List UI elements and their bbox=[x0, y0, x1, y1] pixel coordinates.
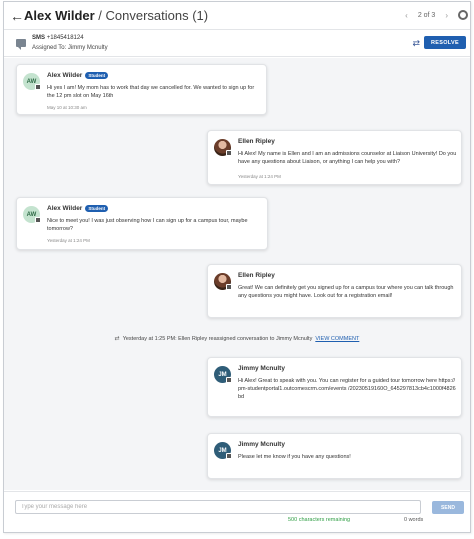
sender-name: Ellen Ripley bbox=[238, 138, 275, 145]
message-card: AW Alex Wilder Student Hi yes I am! My m… bbox=[16, 64, 267, 115]
message-thread[interactable]: AW Alex Wilder Student Hi yes I am! My m… bbox=[4, 58, 470, 490]
student-badge: Student bbox=[85, 72, 109, 79]
message-card: JM Jimmy Mcnulty Hi Alex! Great to speak… bbox=[207, 357, 462, 417]
pager: ‹ 2 of 3 › bbox=[405, 11, 448, 20]
sms-channel-icon bbox=[226, 453, 232, 459]
sms-channel-icon bbox=[226, 377, 232, 383]
message-text: Hi Alex! Great to speak with you. You ca… bbox=[238, 378, 456, 400]
sms-channel-icon bbox=[35, 217, 41, 223]
sender-name-text: Jimmy Mcnulty bbox=[238, 365, 285, 372]
message-text: Please let me know if you have any quest… bbox=[238, 454, 351, 460]
page-title: Alex Wilder / Conversations (1) bbox=[24, 8, 208, 24]
view-comment-link[interactable]: VIEW COMMENT bbox=[315, 336, 359, 342]
sender-name-text: Alex Wilder bbox=[47, 72, 83, 79]
message-text: Hi yes I am! My mom has to work that day… bbox=[47, 85, 255, 99]
sender-name: Alex Wilder Student bbox=[47, 205, 109, 212]
sms-channel-icon bbox=[226, 284, 232, 290]
conversation-window: ← Alex Wilder / Conversations (1) ‹ 2 of… bbox=[3, 1, 471, 533]
reassign-icon: ⇄ bbox=[114, 336, 120, 342]
message-text: Nice to meet you! I was just observing h… bbox=[47, 218, 248, 232]
conversation-subheader: SMS +1845418124 Assigned To: Jimmy Mcnul… bbox=[4, 31, 470, 57]
reassign-icon[interactable]: ⇄ bbox=[412, 38, 420, 49]
resolve-button[interactable]: RESOLVE bbox=[424, 36, 466, 49]
next-page-icon[interactable]: › bbox=[445, 11, 448, 20]
assigned-to: Assigned To: Jimmy Mcnulty bbox=[32, 45, 108, 51]
sms-channel-icon bbox=[35, 84, 41, 90]
message-card: Ellen Ripley Hi Alex! My name is Ellen a… bbox=[207, 130, 462, 185]
message-composer: SEND 500 characters remaining 0 words bbox=[4, 491, 470, 532]
message-card: AW Alex Wilder Student Nice to meet you!… bbox=[16, 197, 268, 250]
sender-name-text: Alex Wilder bbox=[47, 205, 83, 212]
channel-label: SMS bbox=[32, 35, 46, 41]
message-time: Yesterday at 1:24 PM bbox=[238, 174, 281, 179]
sender-name: Jimmy Mcnulty bbox=[238, 365, 285, 372]
sender-name: Jimmy Mcnulty bbox=[238, 441, 285, 448]
message-time: Yesterday at 1:24 PM bbox=[47, 238, 90, 243]
characters-remaining: 500 characters remaining bbox=[288, 517, 351, 523]
contact-name[interactable]: Alex Wilder bbox=[24, 8, 95, 23]
sms-icon bbox=[16, 39, 26, 50]
word-count: 0 words bbox=[404, 517, 424, 523]
message-text: Hi Alex! My name is Ellen and I am an ad… bbox=[238, 151, 457, 165]
sender-name-text: Ellen Ripley bbox=[238, 272, 275, 279]
message-text: Great! We can definitely get you signed … bbox=[238, 285, 454, 299]
message-card: Ellen Ripley Great! We can definitely ge… bbox=[207, 264, 462, 318]
student-badge: Student bbox=[85, 205, 109, 212]
sender-name-text: Ellen Ripley bbox=[238, 138, 275, 145]
message-card: JM Jimmy Mcnulty Please let me know if y… bbox=[207, 433, 462, 479]
sender-name: Alex Wilder Student bbox=[47, 72, 109, 79]
message-input[interactable] bbox=[15, 500, 421, 514]
phone-number: +1845418124 bbox=[46, 35, 84, 41]
sms-channel-icon bbox=[226, 150, 232, 156]
event-text: Yesterday at 1:25 PM: Ellen Ripley reass… bbox=[122, 336, 313, 342]
message-time: May 10 at 10:30 am bbox=[47, 105, 87, 110]
prev-page-icon[interactable]: ‹ bbox=[405, 11, 408, 20]
back-arrow-icon[interactable]: ← bbox=[10, 8, 24, 24]
send-button[interactable]: SEND bbox=[432, 501, 464, 514]
conversations-count: / Conversations (1) bbox=[94, 8, 209, 23]
conversation-header: ← Alex Wilder / Conversations (1) ‹ 2 of… bbox=[4, 2, 470, 30]
channel-info: SMS +1845418124 bbox=[32, 35, 84, 41]
search-icon[interactable] bbox=[458, 10, 468, 20]
sender-name-text: Jimmy Mcnulty bbox=[238, 441, 285, 448]
pager-text: 2 of 3 bbox=[417, 12, 436, 19]
sender-name: Ellen Ripley bbox=[238, 272, 275, 279]
reassignment-event: ⇄ Yesterday at 1:25 PM: Ellen Ripley reas… bbox=[4, 335, 470, 342]
